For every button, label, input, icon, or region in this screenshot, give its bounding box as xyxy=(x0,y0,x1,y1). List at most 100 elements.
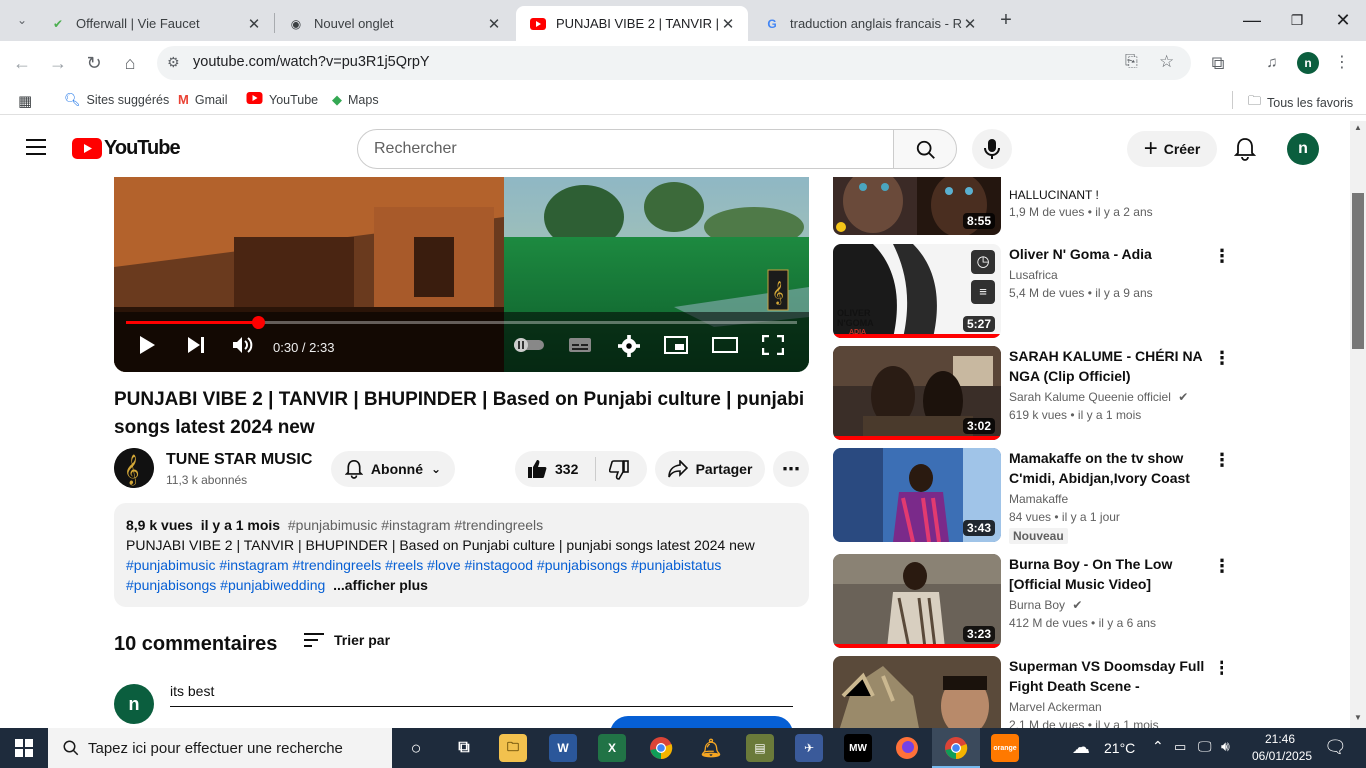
video-player[interactable]: 𝄞 0:30 / 2:33 xyxy=(114,177,809,372)
progress-bar[interactable] xyxy=(126,316,797,329)
tab-offerwall[interactable]: ✔ Offerwall | Vie Faucet ✕ xyxy=(36,6,274,41)
chrome-icon[interactable] xyxy=(647,734,675,762)
video-thumbnail[interactable]: OLIVER N'GOMA ADIA ◷ ≡ 5:27 xyxy=(833,244,1001,338)
scroll-down-arrow-icon[interactable]: ▼ xyxy=(1354,713,1362,722)
battery-icon[interactable]: ▭ xyxy=(1174,739,1186,755)
bookmark-youtube[interactable]: YouTube xyxy=(246,92,318,107)
youtube-logo[interactable]: YouTube xyxy=(72,137,181,160)
task-view-icon[interactable]: ⧉ xyxy=(450,734,478,762)
app-8-icon[interactable]: ✈ xyxy=(795,734,823,762)
more-actions-button[interactable]: ⋯ xyxy=(773,451,809,487)
home-icon[interactable]: ⌂ xyxy=(118,51,142,75)
video-thumbnail[interactable]: 3:02 xyxy=(833,346,1001,440)
more-vertical-icon[interactable]: ⋮ xyxy=(1213,658,1223,678)
video-title[interactable]: Mamakaffe on the tv show C'midi, Abidjan… xyxy=(1009,448,1214,488)
show-hidden-icons-icon[interactable]: ⌃ xyxy=(1152,738,1164,755)
channel-name[interactable]: Sarah Kalume Queenie officiel ✔︎ xyxy=(1009,390,1188,404)
app-9-icon[interactable]: MW xyxy=(844,734,872,762)
close-tab-icon[interactable]: ✕ xyxy=(720,15,736,33)
app-7-icon[interactable]: ▤ xyxy=(746,734,774,762)
video-title[interactable]: SARAH KALUME - CHÉRI NA NGA (Clip Offici… xyxy=(1009,346,1214,386)
channel-name[interactable]: TUNE STAR MUSIC xyxy=(166,451,312,469)
video-title[interactable]: Burna Boy - On The Low [Official Music V… xyxy=(1009,554,1214,594)
channel-name[interactable]: Burna Boy ✔︎ xyxy=(1009,598,1082,612)
volume-icon[interactable] xyxy=(232,335,254,361)
tab-search-icon[interactable]: ⌄ xyxy=(10,8,34,32)
tab-google-search[interactable]: G traduction anglais francais - Recherch… xyxy=(750,6,990,41)
all-bookmarks[interactable]: 🗀 Tous les favoris xyxy=(1248,92,1353,114)
search-input[interactable]: Rechercher xyxy=(357,129,894,169)
back-arrow-icon[interactable]: ← xyxy=(10,51,34,75)
more-vertical-icon[interactable]: ⋮ xyxy=(1213,348,1231,368)
show-more-link[interactable]: ...afficher plus xyxy=(333,577,428,593)
clock[interactable]: 21:46 06/01/2025 xyxy=(1252,731,1312,765)
restore-window-icon[interactable]: ❐ xyxy=(1285,8,1309,32)
word-icon[interactable]: W xyxy=(549,734,577,762)
create-button[interactable]: + Créer xyxy=(1127,131,1217,167)
voice-search-button[interactable] xyxy=(972,129,1012,169)
weather-icon[interactable]: ☁ xyxy=(1072,737,1090,758)
dislike-button[interactable] xyxy=(608,460,629,483)
address-bar[interactable]: ⚙ youtube.com/watch?v=pu3R1j5QrpY ⎘ ☆ xyxy=(157,46,1191,80)
channel-name[interactable]: Marvel Ackerman xyxy=(1009,700,1102,714)
browser-menu-icon[interactable]: ⋮ xyxy=(1330,51,1354,75)
description-box[interactable]: 8,9 k vues il y a 1 mois #punjabimusic #… xyxy=(114,503,809,607)
app-6-icon[interactable]: 🔔︎ xyxy=(697,734,725,762)
watch-later-clock-icon[interactable]: ◷ xyxy=(971,250,995,274)
install-app-icon[interactable]: ⎘ xyxy=(1125,53,1138,71)
new-tab-plus-icon[interactable]: + xyxy=(994,8,1018,32)
apps-grid-icon[interactable]: ▦ xyxy=(18,92,32,110)
orange-app-icon[interactable]: orange xyxy=(991,734,1019,762)
add-to-queue-icon[interactable]: ≡ xyxy=(971,280,995,304)
subscribed-button[interactable]: Abonné ⌄ xyxy=(331,451,455,487)
extensions-icon[interactable]: ⧉ xyxy=(1206,51,1230,75)
channel-avatar[interactable]: 𝄞 xyxy=(114,448,154,488)
close-window-icon[interactable]: ✕ xyxy=(1331,8,1355,32)
excel-icon[interactable]: X xyxy=(598,734,626,762)
channel-name[interactable]: Lusafrica xyxy=(1009,268,1058,282)
media-control-icon[interactable]: ♫ xyxy=(1260,51,1284,75)
chrome-active-icon[interactable] xyxy=(942,734,970,762)
scrollbar-thumb[interactable] xyxy=(1352,193,1364,349)
subtitles-icon[interactable] xyxy=(568,335,592,361)
minimize-window-icon[interactable]: — xyxy=(1240,8,1264,32)
firefox-icon[interactable] xyxy=(893,734,921,762)
tab-new-tab[interactable]: ◉ Nouvel onglet ✕ xyxy=(274,6,514,41)
comment-input[interactable]: its best xyxy=(170,683,793,707)
more-vertical-icon[interactable]: ⋮ xyxy=(1213,246,1231,266)
file-explorer-icon[interactable]: 🗀 xyxy=(499,734,527,762)
description-hashtags-2[interactable]: #punjabisongs #punjabiwedding xyxy=(126,577,325,593)
video-thumbnail[interactable]: 3:23 xyxy=(833,554,1001,648)
reload-icon[interactable]: ↻ xyxy=(82,51,106,75)
top-hashtags[interactable]: #punjabimusic #instagram #trendingreels xyxy=(288,517,543,533)
search-button[interactable] xyxy=(893,129,957,169)
fullscreen-icon[interactable] xyxy=(761,334,785,361)
video-thumbnail[interactable]: 8:55 xyxy=(833,177,1001,235)
taskbar-search-input[interactable]: Tapez ici pour effectuer une recherche xyxy=(48,728,392,768)
notifications-bell-icon[interactable] xyxy=(1233,137,1257,166)
recommendation-item[interactable]: 3:02 SARAH KALUME - CHÉRI NA NGA (Clip O… xyxy=(833,346,1231,442)
bookmark-sites-suggeres[interactable]: 🔍︎ Sites suggérés xyxy=(64,92,169,108)
play-icon[interactable] xyxy=(138,335,156,361)
description-hashtags[interactable]: #punjabimusic #instagram #trendingreels … xyxy=(126,555,797,575)
miniplayer-icon[interactable] xyxy=(664,335,688,361)
like-count[interactable]: 332 xyxy=(555,461,578,477)
close-tab-icon[interactable]: ✕ xyxy=(246,15,262,33)
video-title[interactable]: HALLUCINANT ! xyxy=(1009,185,1214,205)
network-icon[interactable]: 🖵︎ xyxy=(1198,738,1212,755)
cortana-circle-icon[interactable]: ○ xyxy=(402,734,430,762)
bookmark-maps[interactable]: ◆ Maps xyxy=(332,92,379,108)
recommendation-item[interactable]: Superman VS Doomsday Full Fight Death Sc… xyxy=(833,656,1223,728)
recommendation-item[interactable]: 8:55 HALLUCINANT ! 1,9 M de vues • il y … xyxy=(833,177,1223,235)
video-thumbnail[interactable]: 3:43 xyxy=(833,448,1001,542)
next-video-icon[interactable] xyxy=(186,335,206,361)
video-title[interactable]: Superman VS Doomsday Full Fight Death Sc… xyxy=(1009,656,1214,696)
autoplay-toggle[interactable] xyxy=(512,335,546,361)
channel-name[interactable]: Mamakaffe xyxy=(1009,492,1068,506)
windows-start-icon[interactable] xyxy=(15,739,33,762)
progress-scrubber-handle[interactable] xyxy=(251,316,265,329)
temperature[interactable]: 21°C xyxy=(1104,740,1135,756)
settings-gear-icon[interactable] xyxy=(618,335,640,363)
more-vertical-icon[interactable]: ⋮ xyxy=(1213,556,1231,576)
notification-center-icon[interactable]: 🗨︎ xyxy=(1324,737,1347,758)
